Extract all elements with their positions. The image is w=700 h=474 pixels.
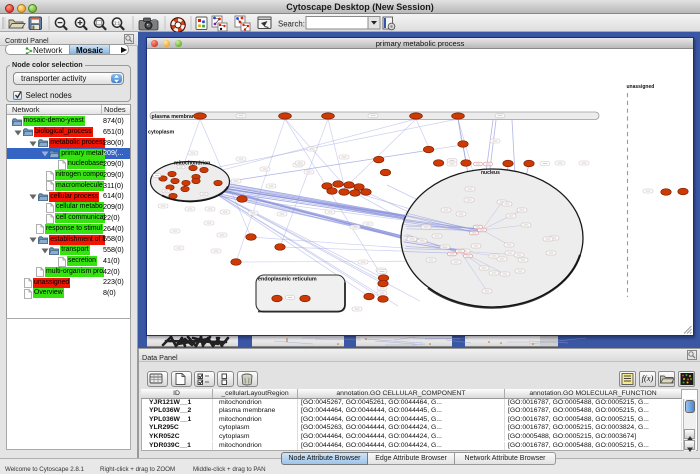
svg-text:endoplasmic reticulum: endoplasmic reticulum bbox=[258, 277, 317, 283]
svg-text:1:1: 1:1 bbox=[114, 20, 121, 25]
svg-text:cytoplasm: cytoplasm bbox=[148, 130, 174, 136]
svg-text:plasma membrane: plasma membrane bbox=[152, 114, 199, 120]
svg-text:Search:: Search: bbox=[278, 20, 305, 29]
svg-text:nucleus: nucleus bbox=[481, 170, 500, 176]
svg-text:unassigned: unassigned bbox=[627, 84, 655, 90]
